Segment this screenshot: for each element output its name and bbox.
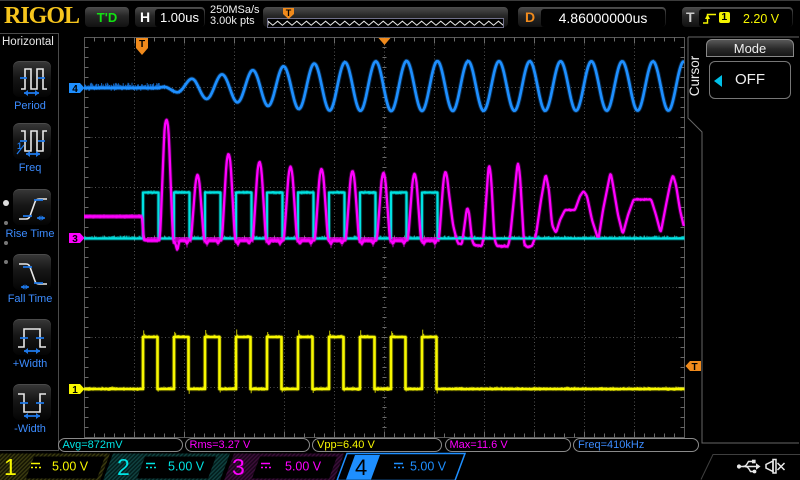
svg-text:4: 4 bbox=[355, 455, 367, 480]
svg-text:5.00 V: 5.00 V bbox=[285, 460, 322, 474]
svg-text:1: 1 bbox=[4, 454, 17, 480]
svg-text:2: 2 bbox=[117, 454, 130, 480]
svg-text:3: 3 bbox=[232, 454, 245, 480]
svg-text:5.00 V: 5.00 V bbox=[168, 460, 205, 474]
svg-text:5.00 V: 5.00 V bbox=[52, 460, 89, 474]
svg-text:5.00 V: 5.00 V bbox=[410, 460, 447, 474]
